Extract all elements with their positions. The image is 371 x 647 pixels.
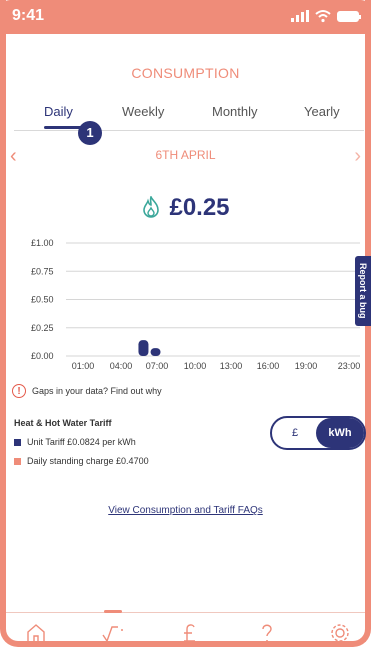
gas-flame-icon xyxy=(143,194,160,218)
y-tick-label: £0.50 xyxy=(31,295,54,305)
selected-date: 6TH APRIL xyxy=(155,148,216,162)
page-title: CONSUMPTION xyxy=(131,65,240,81)
total-amount: £0.25 xyxy=(169,194,230,221)
tab-yearly[interactable]: Yearly xyxy=(304,104,340,119)
x-tick-label: 07:00 xyxy=(146,361,169,371)
y-tick-label: £1.00 xyxy=(31,238,54,248)
chart-bar xyxy=(138,340,149,356)
status-icons xyxy=(291,9,361,23)
kwh-option[interactable]: kWh xyxy=(316,418,364,448)
unit-toggle[interactable]: £ kWh xyxy=(270,416,366,450)
report-bug-button[interactable]: Report a bug xyxy=(355,256,371,326)
active-nav-indicator xyxy=(104,610,122,613)
faq-link[interactable]: View Consumption and Tariff FAQs xyxy=(0,505,371,516)
chart-bar xyxy=(150,348,161,356)
unit-tariff-swatch xyxy=(14,438,21,446)
x-tick-label: 04:00 xyxy=(110,361,133,371)
consumption-icon[interactable] xyxy=(101,621,125,645)
gaps-notice-text: Gaps in your data? Find out why xyxy=(32,386,162,396)
y-tick-label: £0.00 xyxy=(31,351,54,361)
gaps-notice[interactable]: ! Gaps in your data? Find out why xyxy=(12,384,162,398)
pound-option[interactable]: £ xyxy=(272,418,318,448)
warning-icon: ! xyxy=(12,384,26,398)
x-tick-label: 19:00 xyxy=(295,361,318,371)
chevron-right-icon[interactable]: › xyxy=(354,146,361,166)
consumption-chart: £1.00 £0.75 £0.50 £0.25 £0.00 01:00 04:00 07:00… xyxy=(31,238,361,371)
step-badge: 1 xyxy=(78,121,102,145)
total-cost: £0.25 xyxy=(0,194,371,222)
y-tick-label: £0.25 xyxy=(31,323,54,333)
x-tick-label: 13:00 xyxy=(220,361,243,371)
battery-icon xyxy=(337,10,361,22)
x-tick-label: 23:00 xyxy=(338,361,361,371)
y-tick-label: £0.75 xyxy=(31,266,54,276)
status-time: 9:41 xyxy=(12,7,45,24)
pound-icon[interactable] xyxy=(178,621,202,645)
help-icon[interactable] xyxy=(255,621,279,645)
home-icon[interactable] xyxy=(24,621,48,645)
x-tick-label: 10:00 xyxy=(184,361,207,371)
status-bar: 9:41 xyxy=(0,0,371,34)
date-navigator: ‹ 6TH APRIL › xyxy=(0,146,371,168)
tab-monthly[interactable]: Monthly xyxy=(212,104,258,119)
settings-icon[interactable] xyxy=(328,621,352,645)
bottom-nav xyxy=(6,610,365,645)
unit-tariff-row: Unit Tariff £0.0824 per kWh xyxy=(14,437,149,447)
period-tabs: Daily Weekly Monthly Yearly xyxy=(14,104,364,131)
standing-charge-row: Daily standing charge £0.4700 xyxy=(14,456,149,466)
x-tick-label: 01:00 xyxy=(72,361,95,371)
standing-charge-text: Daily standing charge £0.4700 xyxy=(27,456,149,466)
tariff-heading: Heat & Hot Water Tariff xyxy=(14,418,112,428)
tab-daily[interactable]: Daily xyxy=(44,104,73,119)
unit-tariff-text: Unit Tariff £0.0824 per kWh xyxy=(27,437,136,447)
signal-icon xyxy=(291,10,309,22)
standing-charge-swatch xyxy=(14,457,21,465)
tariff-info: Heat & Hot Water Tariff Unit Tariff £0.0… xyxy=(14,418,149,475)
x-tick-label: 16:00 xyxy=(257,361,280,371)
wifi-icon xyxy=(315,10,331,23)
tab-weekly[interactable]: Weekly xyxy=(122,104,164,119)
